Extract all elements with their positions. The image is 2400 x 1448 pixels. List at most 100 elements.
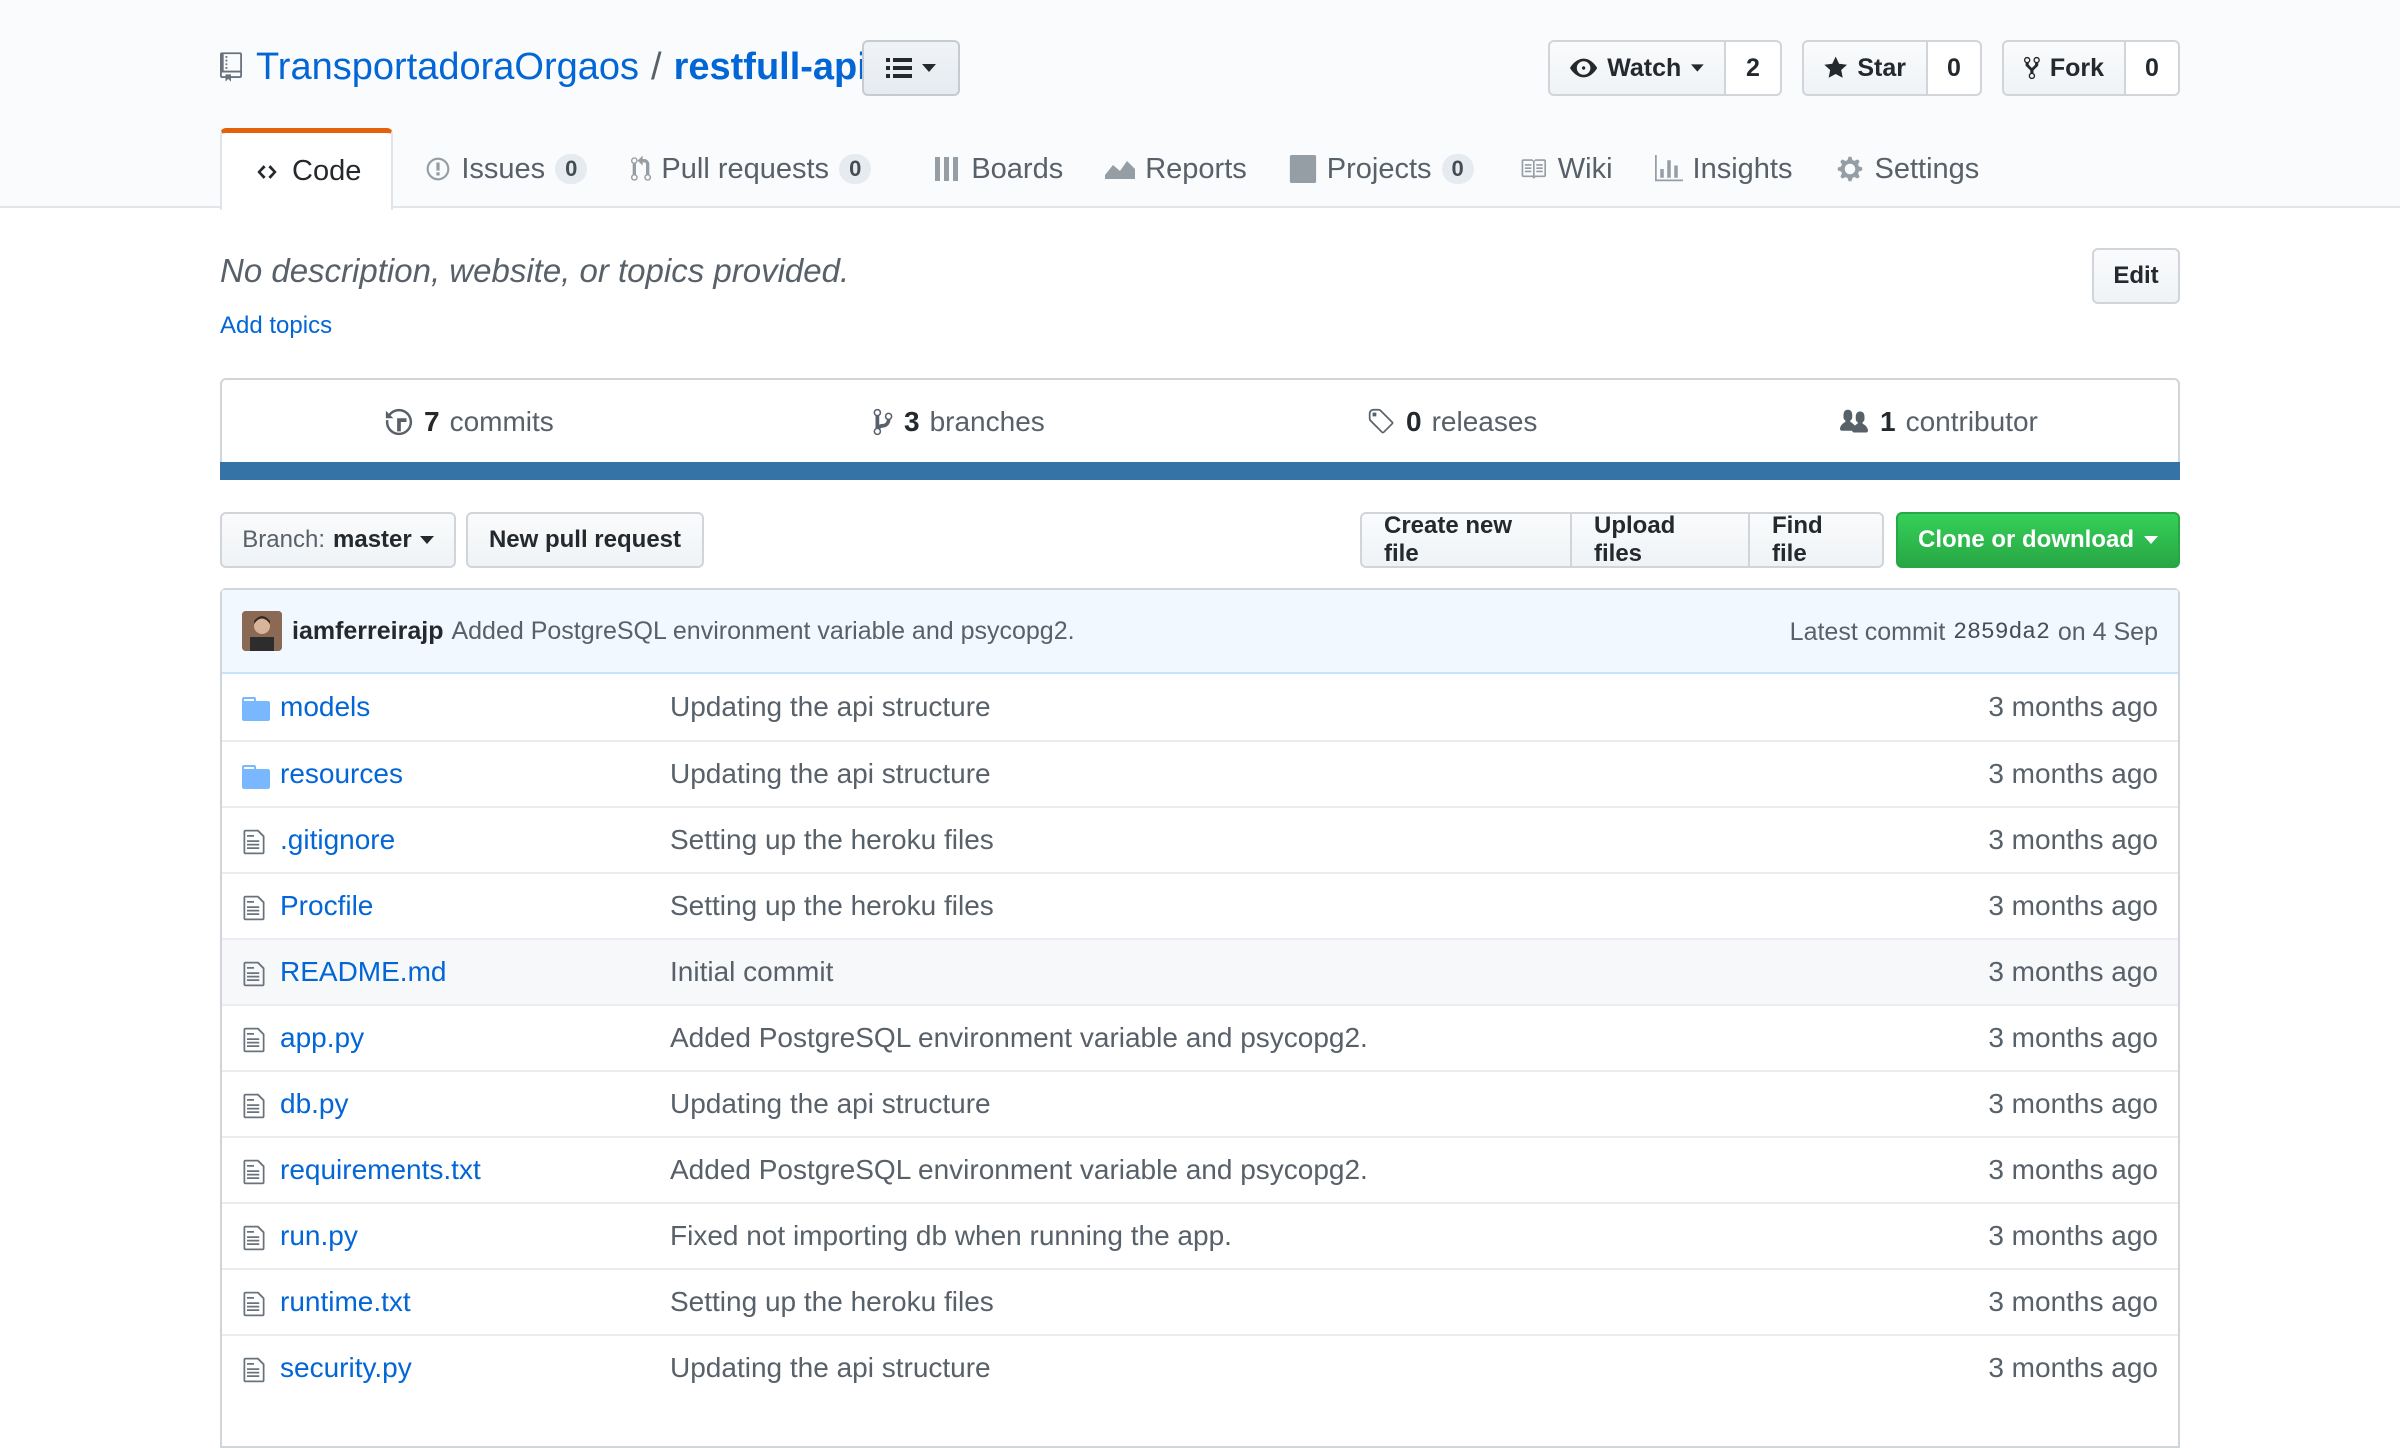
- file-commit-message-link[interactable]: Initial commit: [670, 956, 833, 988]
- watch-group: Watch 2: [1548, 40, 1782, 96]
- graph-icon: [1105, 161, 1136, 179]
- branch-name: master: [333, 526, 412, 553]
- tab-projects[interactable]: Projects 0: [1279, 128, 1506, 210]
- clone-or-download-button[interactable]: Clone or download: [1896, 512, 2180, 568]
- contributors-count: 1: [1880, 406, 1896, 437]
- file-age: 3 months ago: [1988, 890, 2158, 921]
- list-icon: [886, 58, 912, 78]
- pull-request-icon: [631, 155, 652, 181]
- fork-icon: [2024, 56, 2040, 80]
- tab-wiki[interactable]: Wiki: [1506, 128, 1645, 210]
- file-commit-message-link[interactable]: Updating the api structure: [670, 758, 991, 790]
- file-row: models Updating the api structure 3 months…: [222, 674, 2178, 740]
- watch-label: Watch: [1607, 53, 1682, 82]
- file-name-link[interactable]: runtime.txt: [280, 1286, 411, 1318]
- file-age: 3 months ago: [1988, 1154, 2158, 1185]
- file-icon: [242, 1092, 266, 1127]
- file-commit-message-link[interactable]: Added PostgreSQL environment variable an…: [670, 1154, 1368, 1186]
- tab-insights[interactable]: Insights: [1645, 128, 1825, 210]
- pull-requests-count-badge: 0: [839, 154, 872, 184]
- file-name-link[interactable]: Procfile: [280, 890, 373, 922]
- file-icon: [242, 1356, 266, 1391]
- commit-author[interactable]: iamferreirajp: [292, 617, 443, 646]
- commit-sha-link[interactable]: 2859da2: [1953, 619, 2050, 645]
- file-age: 3 months ago: [1988, 1220, 2158, 1251]
- file-name-link[interactable]: db.py: [280, 1088, 349, 1120]
- project-icon: [1289, 155, 1316, 183]
- commits-link[interactable]: 7 commits: [384, 380, 554, 464]
- tab-reports-label: Reports: [1145, 152, 1247, 185]
- repo-nav-tabs: Code Issues 0 Pull requests 0 Boards Rep…: [220, 128, 2011, 210]
- file-name-link[interactable]: resources: [280, 758, 403, 790]
- tab-boards[interactable]: Boards: [903, 128, 1095, 210]
- file-commit-message-link[interactable]: Setting up the heroku files: [670, 1286, 994, 1318]
- tab-issues[interactable]: Issues 0: [393, 128, 619, 210]
- caret-down-icon: [419, 536, 434, 544]
- file-row: db.py Updating the api structure 3 months …: [222, 1070, 2178, 1136]
- folder-icon: [242, 696, 270, 728]
- branch-icon: [873, 408, 893, 436]
- language-bar[interactable]: [220, 462, 2180, 480]
- file-commit-message-link[interactable]: Fixed not importing db when running the …: [670, 1220, 1232, 1252]
- file-name-link[interactable]: security.py: [280, 1352, 412, 1384]
- releases-count: 0: [1406, 406, 1422, 437]
- star-label: Star: [1857, 53, 1906, 82]
- file-commit-message-link[interactable]: Setting up the heroku files: [670, 890, 994, 922]
- create-new-file-button[interactable]: Create new file: [1360, 512, 1572, 568]
- fork-button[interactable]: Fork: [2002, 40, 2126, 96]
- add-topics-link[interactable]: Add topics: [220, 312, 332, 340]
- latest-commit-prefix: Latest commit: [1789, 617, 1946, 646]
- fork-count[interactable]: 0: [2126, 40, 2180, 96]
- repo-owner-link[interactable]: TransportadoraOrgaos: [256, 46, 639, 89]
- watch-count[interactable]: 2: [1726, 40, 1782, 96]
- file-name-link[interactable]: requirements.txt: [280, 1154, 481, 1186]
- file-icon: [242, 1026, 266, 1061]
- edit-button[interactable]: Edit: [2092, 248, 2180, 304]
- repo-description: No description, website, or topics provi…: [220, 252, 850, 289]
- releases-link[interactable]: 0 releases: [1366, 380, 1537, 464]
- file-row: README.md Initial commit 3 months ago: [222, 938, 2178, 1004]
- tab-pull-requests[interactable]: Pull requests 0: [619, 128, 903, 210]
- issue-icon: [426, 157, 450, 181]
- star-group: Star 0: [1802, 40, 1982, 96]
- file-name-link[interactable]: models: [280, 691, 370, 723]
- file-commit-message-link[interactable]: Updating the api structure: [670, 1088, 991, 1120]
- contributors-link[interactable]: 1 contributor: [1838, 380, 2038, 464]
- new-pull-request-button[interactable]: New pull request: [466, 512, 704, 568]
- file-name-link[interactable]: app.py: [280, 1022, 364, 1054]
- fork-group: Fork 0: [2002, 40, 2180, 96]
- file-name-link[interactable]: run.py: [280, 1220, 358, 1252]
- file-commit-message-link[interactable]: Added PostgreSQL environment variable an…: [670, 1022, 1368, 1054]
- find-file-button[interactable]: Find file: [1748, 512, 1884, 568]
- upload-files-button[interactable]: Upload files: [1570, 512, 1750, 568]
- file-commit-message-link[interactable]: Updating the api structure: [670, 1352, 991, 1384]
- repo-name-link[interactable]: restfull-api: [674, 46, 868, 89]
- tab-reports[interactable]: Reports: [1095, 128, 1279, 210]
- file-name-link[interactable]: .gitignore: [280, 824, 395, 856]
- commit-date: on 4 Sep: [2057, 617, 2158, 646]
- commit-message[interactable]: Added PostgreSQL environment variable an…: [451, 617, 1074, 646]
- repo-menu-button[interactable]: [862, 40, 960, 96]
- book-icon: [1521, 159, 1546, 179]
- branches-link[interactable]: 3 branches: [872, 380, 1045, 464]
- repo-separator: /: [651, 45, 662, 88]
- file-age: 3 months ago: [1988, 824, 2158, 855]
- latest-commit-info: Latest commit 2859da2 on 4 Sep: [1790, 590, 2158, 674]
- file-name-link[interactable]: README.md: [280, 956, 446, 988]
- file-row: runtime.txt Setting up the heroku files 3 …: [222, 1268, 2178, 1334]
- releases-label: releases: [1431, 406, 1538, 437]
- tab-code[interactable]: Code: [220, 128, 394, 210]
- author-avatar[interactable]: [242, 611, 282, 651]
- file-commit-message-link[interactable]: Setting up the heroku files: [670, 824, 994, 856]
- boards-icon: [935, 157, 959, 181]
- star-count[interactable]: 0: [1928, 40, 1982, 96]
- watch-button[interactable]: Watch: [1548, 40, 1726, 96]
- clone-label: Clone or download: [1918, 526, 2134, 553]
- tab-settings[interactable]: Settings: [1824, 128, 2011, 210]
- file-commit-message-link[interactable]: Updating the api structure: [670, 691, 991, 723]
- branches-count: 3: [904, 406, 920, 437]
- tag-icon: [1368, 408, 1394, 434]
- star-button[interactable]: Star: [1802, 40, 1928, 96]
- file-row: run.py Fixed not importing db when runnin…: [222, 1202, 2178, 1268]
- branch-select-button[interactable]: Branch: master: [220, 512, 456, 568]
